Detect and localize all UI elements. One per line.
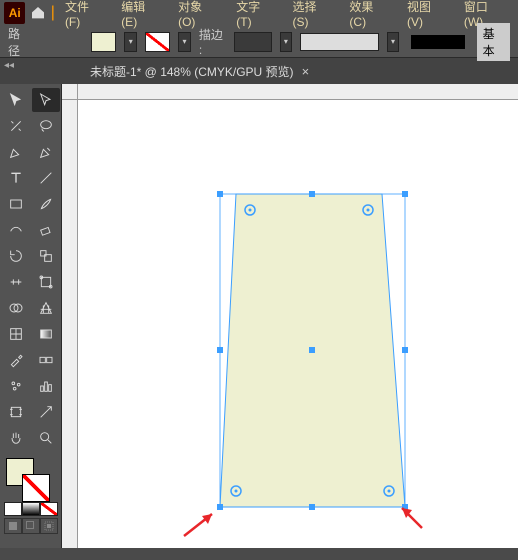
annotation-arrow-left	[182, 510, 222, 540]
selected-shape[interactable]	[78, 100, 518, 560]
curvature-tool[interactable]	[32, 140, 60, 164]
eraser-tool[interactable]	[32, 218, 60, 242]
rectangle-tool[interactable]	[2, 192, 30, 216]
menu-effect[interactable]: 效果(C)	[341, 0, 397, 33]
toolbox	[0, 84, 62, 548]
fill-swatch[interactable]	[91, 32, 116, 52]
menu-edit[interactable]: 编辑(E)	[113, 0, 168, 33]
gradient-mode[interactable]	[22, 502, 40, 516]
symbol-sprayer-tool[interactable]	[2, 374, 30, 398]
width-tool[interactable]	[2, 270, 30, 294]
selection-tool[interactable]	[2, 88, 30, 112]
close-icon[interactable]: ×	[302, 64, 310, 79]
mesh-tool[interactable]	[2, 322, 30, 346]
none-mode[interactable]	[40, 502, 58, 516]
hand-tool[interactable]	[2, 426, 30, 450]
toolbox-expand-icon[interactable]: ◂◂	[4, 60, 14, 71]
scale-tool[interactable]	[32, 244, 60, 268]
eyedropper-tool[interactable]	[2, 348, 30, 372]
horizontal-ruler[interactable]	[78, 84, 518, 100]
stroke-color-box[interactable]	[22, 474, 50, 502]
draw-behind-icon[interactable]	[22, 518, 40, 534]
stroke-profile-dropdown-icon[interactable]: ▾	[387, 32, 400, 52]
stroke-dropdown-icon[interactable]: ▾	[178, 32, 191, 52]
draw-inside-icon[interactable]	[40, 518, 58, 534]
brush-basic-label[interactable]: 基本	[477, 23, 510, 61]
magic-wand-tool[interactable]	[2, 114, 30, 138]
stroke-weight-dropdown-icon[interactable]: ▾	[280, 32, 293, 52]
artboard-tool[interactable]	[2, 400, 30, 424]
type-tool[interactable]	[2, 166, 30, 190]
canvas-area	[62, 84, 518, 548]
document-tab-bar: 未标题-1* @ 148% (CMYK/GPU 预览) ×	[0, 58, 518, 84]
rotate-tool[interactable]	[2, 244, 30, 268]
document-tab-title: 未标题-1* @ 148% (CMYK/GPU 预览)	[90, 63, 294, 80]
slice-tool[interactable]	[32, 400, 60, 424]
menu-select[interactable]: 选择(S)	[285, 0, 340, 33]
document-tab[interactable]: 未标题-1* @ 148% (CMYK/GPU 预览) ×	[80, 59, 319, 84]
fill-dropdown-icon[interactable]: ▾	[124, 32, 137, 52]
ruler-corner	[62, 84, 78, 100]
selection-type-label: 路径	[8, 25, 29, 59]
lasso-tool[interactable]	[32, 114, 60, 138]
draw-normal-icon[interactable]	[4, 518, 22, 534]
shaper-tool[interactable]	[2, 218, 30, 242]
stroke-profile-field[interactable]	[300, 33, 378, 51]
zoom-tool[interactable]	[32, 426, 60, 450]
free-transform-tool[interactable]	[32, 270, 60, 294]
shape-builder-tool[interactable]	[2, 296, 30, 320]
menu-file[interactable]: 文件(F)	[57, 0, 111, 33]
column-graph-tool[interactable]	[32, 374, 60, 398]
annotation-arrow-right	[396, 504, 426, 530]
line-segment-tool[interactable]	[32, 166, 60, 190]
pen-tool[interactable]	[2, 140, 30, 164]
blend-tool[interactable]	[32, 348, 60, 372]
fill-stroke-indicator[interactable]	[2, 456, 59, 500]
direct-selection-tool[interactable]	[32, 88, 60, 112]
stroke-label: 描边 :	[199, 26, 226, 57]
home-icon[interactable]	[27, 2, 48, 24]
app-logo: Ai	[4, 2, 25, 24]
menu-type[interactable]: 文字(T)	[228, 0, 282, 33]
menu-view[interactable]: 视图(V)	[399, 0, 454, 33]
stroke-weight-field[interactable]	[234, 32, 272, 52]
draw-mode-row	[2, 518, 59, 534]
artboard[interactable]	[78, 100, 518, 548]
gradient-tool[interactable]	[32, 322, 60, 346]
vertical-ruler[interactable]	[62, 100, 78, 548]
brush-definition[interactable]	[411, 35, 464, 49]
menu-bar: Ai | 文件(F) 编辑(E) 对象(O) 文字(T) 选择(S) 效果(C)…	[0, 0, 518, 26]
perspective-grid-tool[interactable]	[32, 296, 60, 320]
mini-swatches	[2, 502, 59, 516]
stroke-swatch[interactable]	[145, 32, 170, 52]
paintbrush-tool[interactable]	[32, 192, 60, 216]
color-mode[interactable]	[4, 502, 22, 516]
